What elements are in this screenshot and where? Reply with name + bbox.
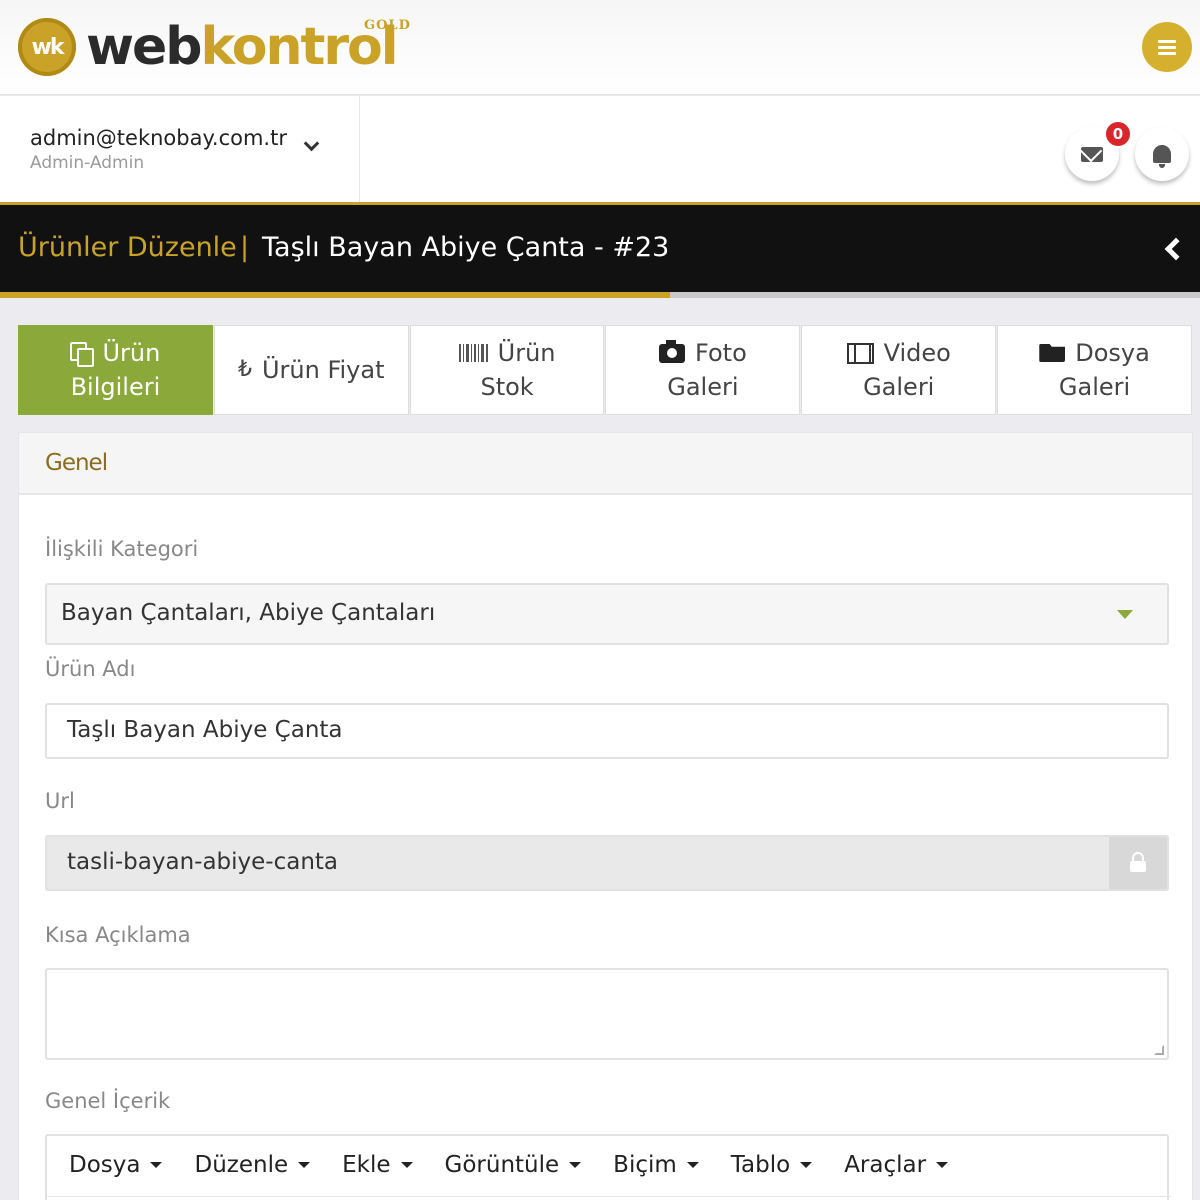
brand-logo[interactable]: wk webkontrol GOLD	[18, 16, 410, 78]
caret-down-icon	[686, 1162, 699, 1168]
resize-handle-icon[interactable]	[1154, 1045, 1164, 1055]
lira-icon: ₺	[237, 357, 252, 382]
camera-icon	[659, 339, 686, 363]
tab-label: Ürün Fiyat	[261, 356, 385, 384]
category-value: Bayan Çantaları, Abiye Çantaları	[61, 600, 436, 626]
tab-video-galeri[interactable]: Video Galeri	[801, 325, 997, 415]
mail-count-badge: 0	[1104, 120, 1132, 148]
caret-down-icon	[569, 1162, 582, 1168]
short-desc-textarea[interactable]	[45, 968, 1169, 1060]
product-tabs: Ürün Bilgileri ₺ Ürün Fiyat Ürün Stok Fot…	[18, 325, 1193, 415]
editor-menubar: Dosya Düzenle Ekle Görüntüle Biçim Tablo…	[47, 1136, 980, 1194]
tab-label: Dosya	[1075, 339, 1150, 367]
product-name-value: Taşlı Bayan Abiye Çanta	[67, 717, 343, 743]
envelope-icon	[1081, 146, 1103, 162]
progress-bar	[0, 292, 1200, 298]
panel-title: Genel	[45, 450, 108, 476]
url-value: tasli-bayan-abiye-canta	[67, 849, 339, 875]
editor-menu-bicim[interactable]: Biçim	[613, 1152, 699, 1178]
logo-tier: GOLD	[364, 18, 411, 33]
hamburger-icon	[1158, 39, 1176, 43]
chevron-left-icon[interactable]	[1164, 237, 1188, 261]
chevron-down-icon[interactable]	[303, 135, 320, 152]
lock-icon	[1130, 851, 1146, 872]
bell-icon	[1153, 145, 1171, 168]
menu-toggle-button[interactable]	[1142, 22, 1192, 72]
tab-label: Ürün	[102, 339, 161, 367]
tab-urun-stok[interactable]: Ürün Stok	[409, 325, 605, 415]
progress-fill	[0, 292, 670, 298]
product-name-input[interactable]: Taşlı Bayan Abiye Çanta	[45, 703, 1169, 759]
short-desc-label: Kısa Açıklama	[45, 923, 191, 947]
rich-text-editor: Dosya Düzenle Ekle Görüntüle Biçim Tablo…	[45, 1134, 1171, 1200]
editor-menu-goruntule[interactable]: Görüntüle	[445, 1152, 582, 1178]
logo-wordmark: webkontrol	[86, 17, 399, 77]
content-label: Genel İçerik	[45, 1089, 171, 1113]
url-lock-button[interactable]	[1109, 837, 1167, 889]
category-select[interactable]: Bayan Çantaları, Abiye Çantaları	[45, 583, 1169, 645]
category-label: İlişkili Kategori	[45, 537, 199, 561]
tab-urun-bilgileri[interactable]: Ürün Bilgileri	[18, 325, 213, 415]
tab-label-2: Bilgileri	[70, 373, 161, 401]
url-input: tasli-bayan-abiye-canta	[45, 835, 1169, 891]
tab-label-2: Galeri	[1058, 373, 1131, 401]
tab-label: Foto	[695, 339, 747, 367]
page-title: Taşlı Bayan Abiye Çanta - #23	[262, 232, 670, 263]
notifications-button[interactable]	[1135, 127, 1189, 181]
tab-label: Video	[883, 339, 951, 367]
user-menu[interactable]: admin@teknobay.com.tr Admin-Admin	[0, 96, 360, 202]
user-email: admin@teknobay.com.tr	[30, 126, 287, 150]
caret-down-icon	[400, 1162, 413, 1168]
user-role: Admin-Admin	[30, 153, 145, 173]
film-icon	[846, 342, 874, 364]
copy-icon	[70, 342, 95, 367]
tab-urun-fiyat[interactable]: ₺ Ürün Fiyat	[213, 325, 409, 415]
user-bar: admin@teknobay.com.tr Admin-Admin	[0, 96, 1200, 202]
editor-menu-ekle[interactable]: Ekle	[342, 1152, 413, 1178]
tab-foto-galeri[interactable]: Foto Galeri	[605, 325, 801, 415]
caret-down-icon	[298, 1162, 311, 1168]
caret-down-icon	[936, 1162, 949, 1168]
folder-open-icon	[1039, 344, 1066, 362]
editor-toolbar	[47, 1196, 1171, 1197]
panel-header	[19, 433, 1192, 495]
caret-down-icon	[800, 1162, 813, 1168]
tab-label: Ürün	[497, 339, 556, 367]
editor-menu-duzenle[interactable]: Düzenle	[194, 1152, 311, 1178]
breadcrumb-separator: |	[240, 232, 250, 263]
product-name-label: Ürün Adı	[45, 657, 136, 681]
tab-dosya-galeri[interactable]: Dosya Galeri	[997, 325, 1192, 415]
page-header: Ürünler Düzenle | Taşlı Bayan Abiye Çant…	[0, 202, 1200, 292]
url-label: Url	[45, 789, 75, 813]
tab-label-2: Galeri	[863, 373, 935, 401]
editor-menu-tablo[interactable]: Tablo	[731, 1152, 813, 1178]
caret-down-icon	[1117, 610, 1133, 619]
tab-label-2: Galeri	[667, 373, 739, 401]
general-panel: Genel İlişkili Kategori Bayan Çantaları,…	[18, 432, 1193, 1200]
editor-menu-araclar[interactable]: Araçlar	[844, 1152, 949, 1178]
barcode-icon	[458, 344, 488, 362]
breadcrumb-section[interactable]: Ürünler Düzenle	[18, 232, 237, 263]
editor-menu-dosya[interactable]: Dosya	[69, 1152, 163, 1178]
tab-label-2: Stok	[480, 373, 534, 401]
top-bar: wk webkontrol GOLD	[0, 0, 1200, 95]
logo-badge: wk	[18, 18, 76, 76]
caret-down-icon	[150, 1162, 163, 1168]
